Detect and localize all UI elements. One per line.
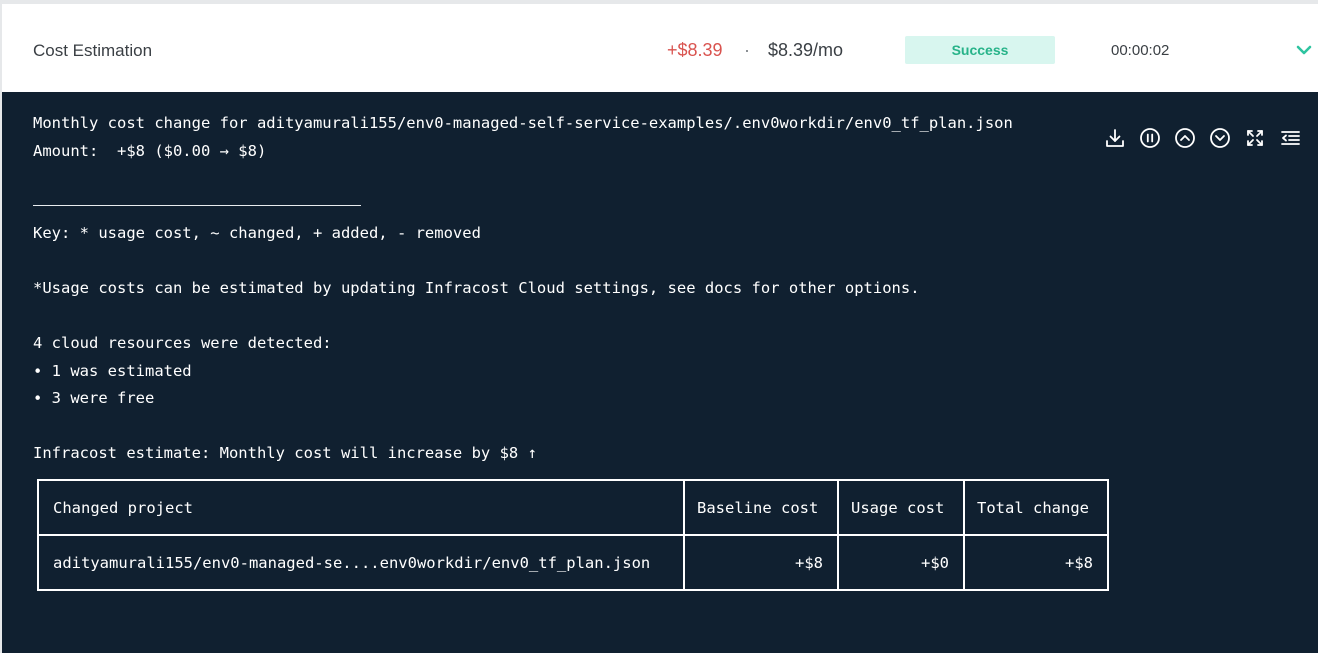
table-header-usage-cost: Usage cost: [851, 499, 945, 517]
log-line-free: ∙ 3 were free: [33, 389, 155, 407]
table-header-changed-project: Changed project: [53, 499, 193, 517]
log-line-key: Key: * usage cost, ~ changed, + added, -…: [33, 224, 481, 242]
fullscreen-icon[interactable]: [1243, 126, 1267, 150]
cost-change: +$8.39: [667, 40, 723, 60]
table-column-divider: [683, 479, 685, 591]
pause-icon[interactable]: [1138, 126, 1162, 150]
log-line-usage-note: *Usage costs can be estimated by updatin…: [33, 279, 920, 297]
table-column-divider: [963, 479, 965, 591]
log-toolbar: [1103, 126, 1302, 150]
log-output-panel[interactable]: Monthly cost change for adityamurali155/…: [2, 92, 1318, 653]
table-border-top: [37, 479, 1109, 481]
scroll-up-icon[interactable]: [1173, 126, 1197, 150]
log-line-detected: 4 cloud resources were detected:: [33, 334, 332, 352]
table-cell-usage-cost: +$0: [921, 554, 949, 572]
table-cell-project: adityamurali155/env0-managed-se....env0w…: [53, 554, 651, 572]
table-cell-total-change: +$8: [1065, 554, 1093, 572]
log-line-cost-change: Monthly cost change for adityamurali155/…: [33, 114, 1013, 132]
table-border-left: [37, 479, 39, 591]
table-cell-baseline-cost: +$8: [795, 554, 823, 572]
log-divider: [33, 205, 361, 206]
status-badge: Success: [905, 36, 1055, 64]
collapse-lines-icon[interactable]: [1278, 126, 1302, 150]
table-border-bottom: [37, 589, 1109, 591]
monthly-cost: $8.39/mo: [768, 40, 844, 60]
table-header-baseline-cost: Baseline cost: [697, 499, 819, 517]
table-header-total-change: Total change: [977, 499, 1089, 517]
log-line-estimated: ∙ 1 was estimated: [33, 362, 192, 380]
download-icon[interactable]: [1103, 126, 1127, 150]
log-line-amount: Amount: +$8 ($0.00 → $8): [33, 142, 267, 160]
log-line-estimate-summary: Infracost estimate: Monthly cost will in…: [33, 444, 537, 462]
scroll-down-icon[interactable]: [1208, 126, 1232, 150]
table-column-divider: [837, 479, 839, 591]
table-border-middle: [37, 534, 1109, 536]
chevron-down-icon[interactable]: [1294, 40, 1314, 60]
cost-table: Changed project Baseline cost Usage cost…: [37, 479, 1109, 591]
table-border-right: [1107, 479, 1109, 591]
separator-dot: ·: [744, 40, 750, 60]
deployment-step-header[interactable]: Cost Estimation +$8.39 · $8.39/mo Succes…: [2, 4, 1318, 92]
step-title: Cost Estimation: [33, 41, 153, 60]
step-duration: 00:00:02: [1111, 42, 1170, 59]
